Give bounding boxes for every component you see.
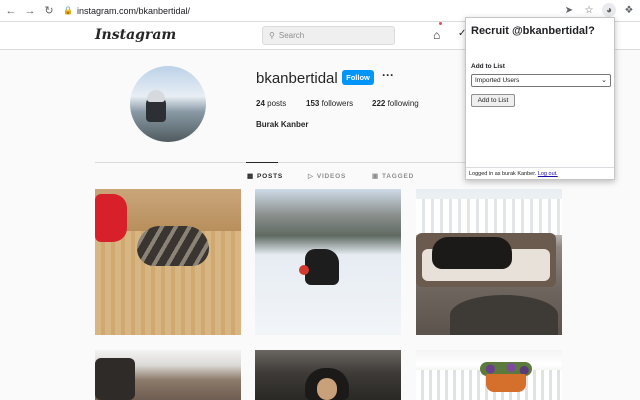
followers-stat[interactable]: 153 followers [306, 99, 353, 108]
tab-posts-label: POSTS [256, 172, 283, 180]
photo-firepit [450, 295, 558, 335]
post-thumbnail[interactable] [95, 350, 241, 400]
url-text: instagram.com/bkanbertidal/ [77, 5, 191, 16]
back-arrow-icon[interactable]: ← [3, 3, 19, 19]
posts-count: 24 [256, 99, 265, 108]
post-thumbnail[interactable] [416, 189, 562, 335]
popup-title: Recruit @bkanbertidal? [471, 25, 595, 37]
profile-full-name: Burak Kanber [256, 120, 309, 129]
recruit-extension-popup: Recruit @bkanbertidal? Add to List Impor… [465, 17, 615, 180]
photo-pot [486, 374, 526, 392]
followers-label: followers [319, 99, 354, 108]
more-options-icon[interactable]: ··· [382, 68, 394, 82]
post-thumbnail[interactable] [95, 189, 241, 335]
following-count: 222 [372, 99, 386, 108]
photo-fence [416, 199, 562, 235]
photo-dog [432, 237, 512, 269]
login-status: Logged in as burak Kanber. Log out. [469, 171, 558, 177]
list-select[interactable]: Imported Users ⌄ [471, 74, 611, 87]
chevron-down-icon: ⌄ [601, 77, 607, 84]
profile-username: bkanbertidal [256, 70, 338, 87]
grid-icon: ▦ [247, 173, 254, 180]
followers-count: 153 [306, 99, 320, 108]
add-to-list-button[interactable]: Add to List [471, 94, 515, 107]
avatar[interactable] [130, 66, 206, 142]
search-placeholder: Search [278, 31, 305, 40]
list-select-value: Imported Users [475, 77, 520, 84]
avatar-helmet [147, 90, 165, 102]
tab-tagged[interactable]: ▣ TAGGED [372, 172, 415, 181]
logout-link[interactable]: Log out. [538, 171, 558, 177]
home-icon[interactable]: ⌂ [433, 28, 447, 42]
photo-chair [95, 358, 135, 400]
reload-icon[interactable]: ↻ [41, 3, 57, 19]
search-input[interactable]: ⚲ Search [262, 26, 395, 45]
tab-videos-label: VIDEOS [316, 172, 347, 180]
tab-videos[interactable]: ▷ VIDEOS [308, 172, 347, 181]
notification-dot [439, 22, 442, 25]
tabs-divider [95, 162, 465, 163]
photo-dog-face [317, 378, 337, 400]
posts-stat: 24 posts [256, 99, 286, 108]
forward-arrow-icon[interactable]: → [22, 3, 38, 19]
login-status-text: Logged in as burak Kanber. [469, 171, 538, 177]
search-icon: ⚲ [269, 31, 275, 40]
lock-icon: 🔒 [63, 5, 73, 15]
photo-cup [95, 194, 127, 242]
following-stat[interactable]: 222 following [372, 99, 419, 108]
send-icon[interactable]: ➤ [562, 3, 576, 17]
add-to-list-label: Add to List [471, 63, 505, 70]
posts-label: posts [264, 99, 287, 108]
active-tab-indicator [246, 162, 278, 163]
browser-actions: ➤ ☆ ◕ ❖ [562, 3, 636, 17]
star-icon[interactable]: ☆ [582, 3, 596, 17]
post-thumbnail[interactable] [255, 189, 401, 335]
play-icon: ▷ [308, 173, 314, 180]
puzzle-icon[interactable]: ❖ [622, 3, 636, 17]
popup-divider [466, 167, 614, 168]
photo-ball [299, 265, 309, 275]
extension-icon[interactable]: ◕ [602, 3, 616, 17]
photo-bread [137, 226, 209, 266]
post-thumbnail[interactable] [255, 350, 401, 400]
photo-dog [305, 249, 339, 285]
instagram-logo[interactable]: Instagram [95, 27, 176, 43]
tab-posts[interactable]: ▦ POSTS [247, 172, 283, 181]
post-thumbnail[interactable] [416, 350, 562, 400]
following-label: following [385, 99, 419, 108]
tag-icon: ▣ [372, 173, 379, 180]
tab-tagged-label: TAGGED [381, 172, 415, 180]
address-bar[interactable]: 🔒 instagram.com/bkanbertidal/ [63, 6, 190, 16]
follow-button[interactable]: Follow [342, 70, 374, 85]
